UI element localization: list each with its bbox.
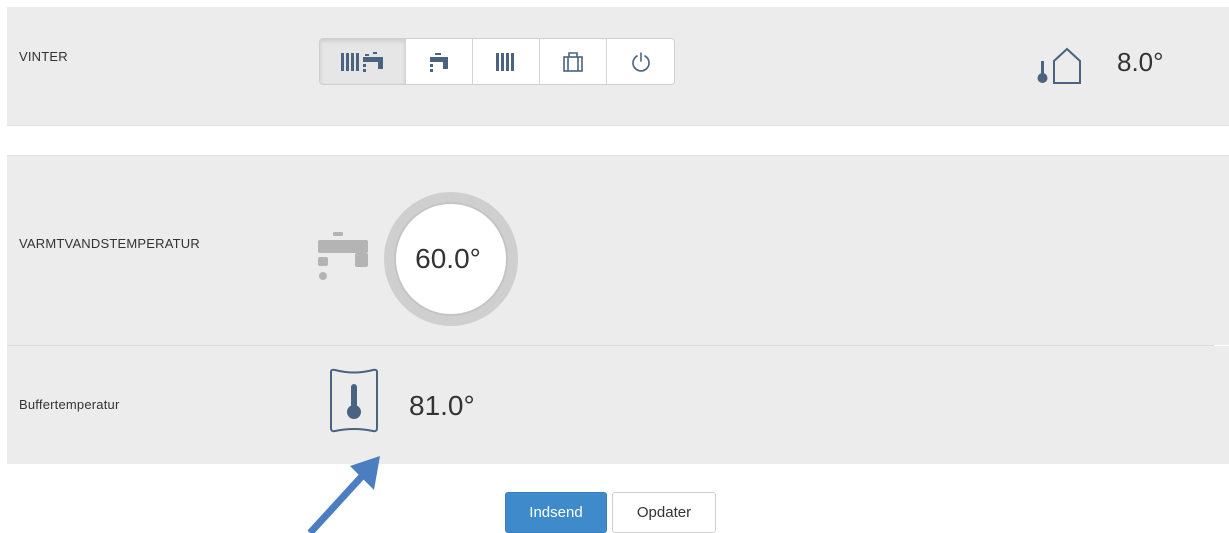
- heating-control-page: VINTER 8.0° VARMTVANDSTEMPERATUR 60.0° B…: [0, 0, 1229, 533]
- water-temperature-dial[interactable]: 60.0°: [384, 192, 518, 326]
- mode-off-button[interactable]: [607, 39, 674, 84]
- radiator-tap-icon: [340, 51, 383, 72]
- mode-radiator-tap-button[interactable]: [320, 39, 406, 84]
- water-temperature-label: VARMTVANDSTEMPERATUR: [19, 236, 200, 251]
- radiator-icon: [496, 52, 514, 71]
- mode-radiator-button[interactable]: [473, 39, 540, 84]
- buffer-temperature: 81.0°: [409, 390, 475, 421]
- power-icon: [631, 51, 650, 72]
- dial-face: 60.0°: [396, 204, 506, 314]
- suitcase-icon: [563, 51, 583, 72]
- mode-vacation-button[interactable]: [540, 39, 607, 84]
- submit-button[interactable]: Indsend: [505, 492, 607, 533]
- tap-icon: [318, 232, 368, 280]
- mode-label: VINTER: [19, 49, 68, 64]
- annotation-arrow: [307, 456, 380, 533]
- outdoor-temperature-icon: [1037, 47, 1081, 84]
- outdoor-temperature: 8.0°: [1117, 47, 1164, 77]
- water-temperature-value: 60.0°: [415, 243, 481, 274]
- tap-icon: [430, 52, 448, 72]
- buffer-tank-icon: [330, 368, 378, 433]
- update-button[interactable]: Opdater: [612, 492, 716, 533]
- mode-button-group: [319, 38, 675, 85]
- buffer-temperature-label: Buffertemperatur: [19, 397, 120, 412]
- mode-tap-button[interactable]: [406, 39, 473, 84]
- buffer-panel: [7, 346, 1229, 464]
